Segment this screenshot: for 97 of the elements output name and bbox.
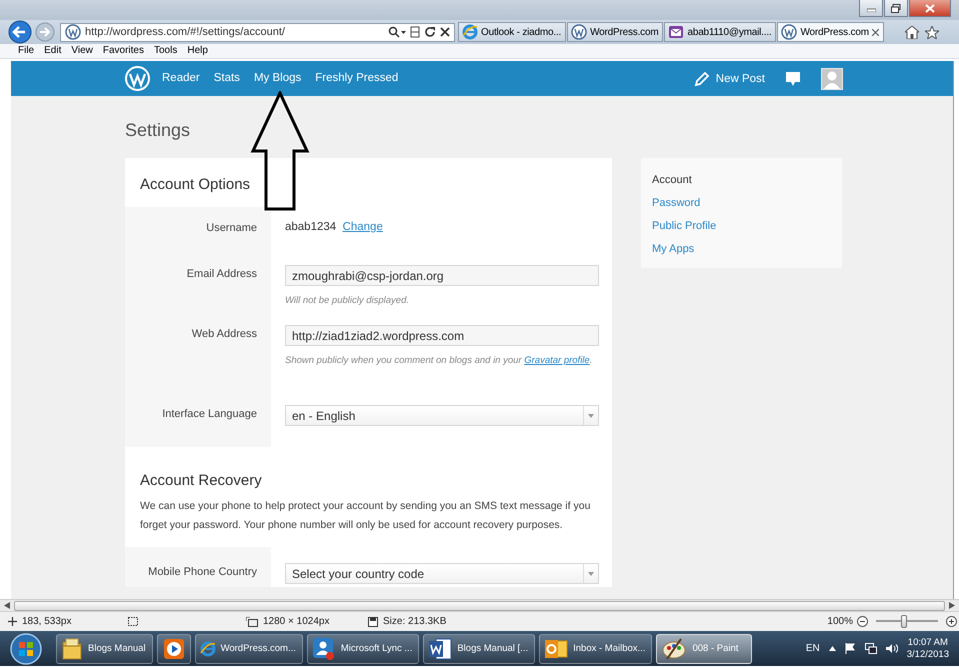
sidebar-link[interactable]: Password [652,194,842,212]
play-button-icon [162,638,185,660]
back-button[interactable] [8,20,32,44]
page-title: Settings [125,119,192,142]
logo-icon[interactable] [125,66,150,91]
document-w-icon [428,636,452,660]
file-size: Size: 213.3KB [383,616,446,627]
taskbar-button[interactable] [156,634,191,664]
menu-item[interactable]: Tools [154,44,178,58]
stop-icon[interactable] [440,27,450,37]
sidebar-link[interactable]: My Apps [652,240,842,258]
field-label: Web Address [192,328,257,340]
gravatar-link[interactable]: Gravatar profile [524,355,590,366]
selection-icon [128,616,139,626]
field-label: Username [206,222,257,234]
field-label: Email Address [186,268,257,280]
sidebar-link[interactable]: Public Profile [652,217,842,235]
new-post-link[interactable]: New Post [716,72,765,84]
menu-item[interactable]: File [18,44,34,58]
forward-button[interactable] [35,22,55,42]
restore-icon [891,4,901,12]
browser-tab[interactable]: WordPress.com [777,22,884,42]
taskbar-button[interactable]: Blogs Manual [... [423,634,536,664]
menu-item[interactable]: View [71,44,93,58]
start-button[interactable] [8,632,44,666]
taskbar-button[interactable]: Inbox - Mailbox... [539,634,652,664]
field-hint: Will not be publicly displayed. [285,294,410,308]
nav-link[interactable]: Freshly Pressed [315,61,398,96]
menu-item[interactable]: Help [187,44,208,58]
browser-e-icon [200,640,216,656]
zoom-percentage: 100% [827,616,853,627]
address-bar[interactable]: http://wordpress.com/#!/settings/account/ [60,22,455,42]
dropdown[interactable]: Select your country code [285,563,599,584]
date-text: 3/12/2013 [906,648,949,660]
field-hint: Shown publicly when you comment on blogs and in your Gravatar profile. [285,354,594,368]
w-circle-icon [571,24,588,40]
home-icon[interactable] [905,26,919,38]
field-label: Interface Language [162,408,257,420]
menu-item[interactable]: Favorites [102,44,144,58]
language-indicator[interactable]: EN [806,643,820,654]
clock[interactable]: 10:07 AM 3/12/2013 [906,636,949,660]
zoom-in-icon[interactable] [946,616,957,627]
close-button[interactable] [909,0,951,17]
scroll-left-icon[interactable] [4,602,10,609]
chat-person-icon [312,636,336,660]
site-icon [65,24,81,40]
nav-link[interactable]: My Blogs [254,61,302,96]
recovery-description: We can use your phone to help protect your account by sending you an SMS text message if you forget your password. Your phone number will only be used for account recovery purposes. [139,499,592,533]
cursor-position: 183, 533px [22,616,72,627]
zoom-out-icon[interactable] [857,616,868,627]
network-icon[interactable] [864,643,877,654]
section-heading: Account Recovery [139,471,263,491]
envelope-icon [668,24,684,40]
show-hidden-icons-icon[interactable] [828,646,836,651]
speech-bubble-icon[interactable] [785,70,801,86]
search-icon[interactable] [388,26,406,38]
taskbar-button[interactable]: Microsoft Lync ... [306,634,420,664]
menu-item[interactable]: Edit [44,44,62,58]
field-label: Mobile Phone Country [148,566,257,578]
scrollbar-thumb[interactable] [14,600,945,610]
input-field[interactable]: http://ziad1ziad2.wordpress.com [285,325,599,346]
close-icon [925,4,935,12]
nav-link[interactable]: Stats [214,61,240,96]
compatibility-icon[interactable] [410,26,420,38]
flag-icon[interactable] [844,643,856,654]
scroll-right-icon[interactable] [949,602,955,609]
input-field[interactable]: zmoughrabi@csp-jordan.org [285,265,599,286]
restore-button[interactable] [884,0,908,17]
avatar-icon[interactable] [821,68,843,90]
browser-tab[interactable]: WordPress.com [567,22,664,42]
star-icon[interactable] [925,26,939,38]
canvas-size-icon [246,616,258,626]
palette-icon [661,636,688,660]
caret-icon [588,414,594,418]
refresh-icon[interactable] [424,26,436,38]
caret-icon [588,572,594,576]
time-text: 10:07 AM [908,636,948,648]
taskbar-button[interactable]: Blogs Manual [56,634,153,664]
browser-tab[interactable]: Outlook - ziadmo... [458,22,566,42]
folder-icon [61,636,83,660]
image-dimensions: 1280 × 1024px [263,616,330,627]
dropdown[interactable]: en - English [285,405,599,426]
minimize-button[interactable] [859,0,883,17]
w-circle-icon [781,24,798,40]
close-tab-icon[interactable] [872,28,879,36]
crosshair-icon [8,617,17,626]
nav-link[interactable]: Reader [162,61,200,96]
speaker-icon[interactable] [886,643,898,654]
slider-thumb[interactable] [900,615,907,628]
change-link[interactable]: Change [342,221,383,233]
pencil-icon [694,70,710,86]
browser-e-icon [462,24,478,40]
browser-tab[interactable]: abab1110@ymail.... [664,22,776,42]
section-heading: Account Options [139,175,252,195]
sidebar-link[interactable]: Account [652,171,842,189]
taskbar-button[interactable]: WordPress.com... [194,634,303,664]
username-value: abab1234 [285,221,336,233]
